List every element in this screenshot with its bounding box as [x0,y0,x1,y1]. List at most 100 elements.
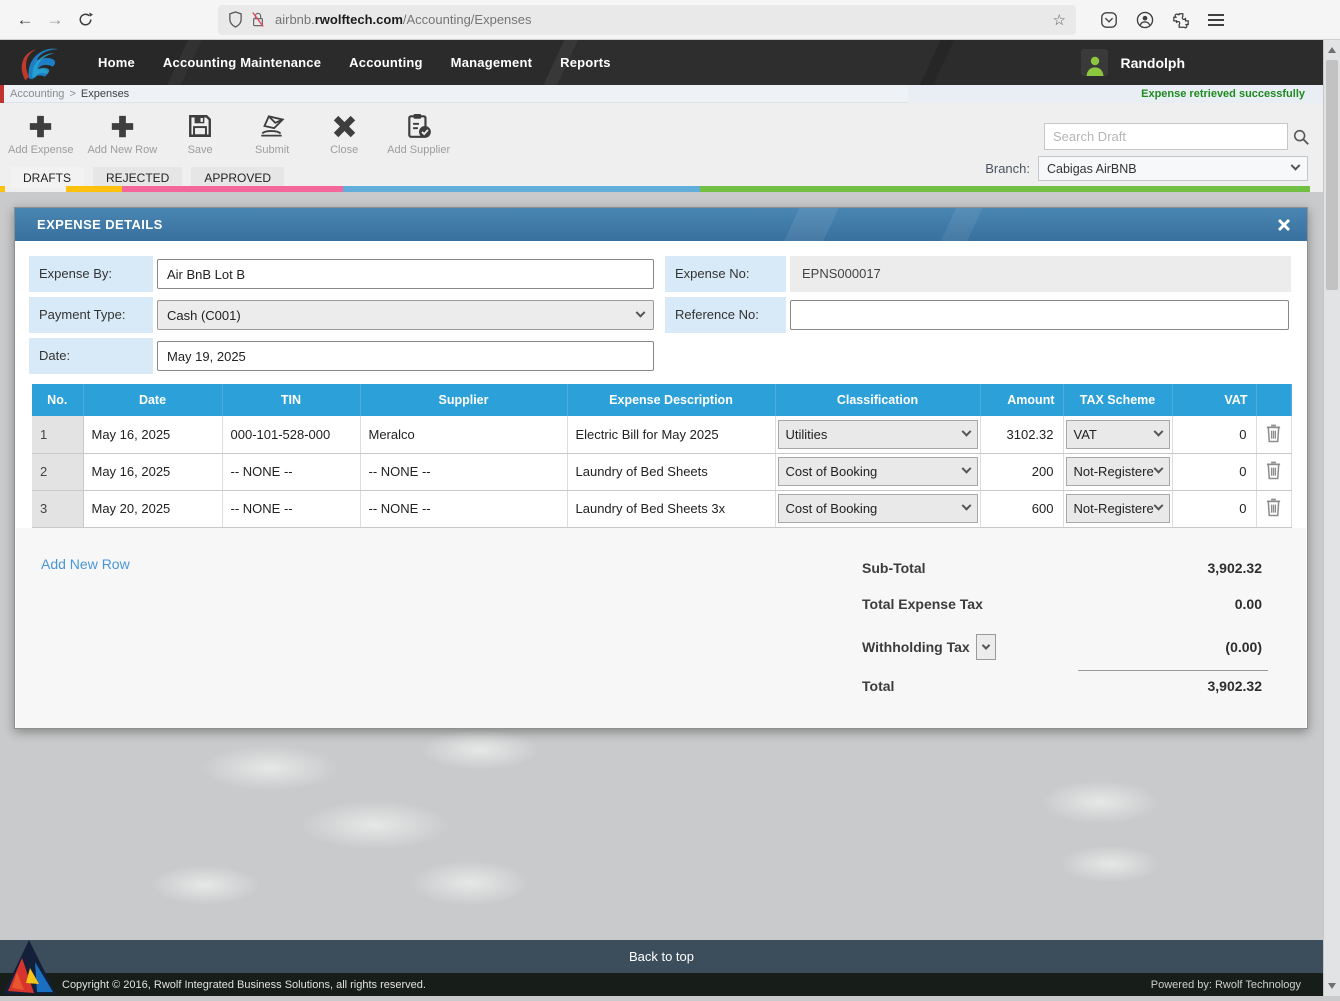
plus-icon [27,110,54,142]
classification-select[interactable]: Cost of Booking [778,494,978,523]
copyright-text: Copyright © 2016, Rwolf Integrated Busin… [62,979,426,991]
table-row: 3 May 20, 2025 -- NONE -- -- NONE -- Lau… [32,490,1291,527]
row-amount[interactable]: 3102.32 [980,416,1063,453]
footer-bar: Copyright © 2016, Rwolf Integrated Busin… [0,973,1323,996]
app-navbar: Home Accounting Maintenance Accounting M… [0,40,1323,85]
tab-color-strip [0,186,1323,192]
tab-rejected[interactable]: REJECTED [93,167,182,188]
row-supplier[interactable]: -- NONE -- [360,453,567,490]
user-avatar [1081,49,1108,76]
row-date[interactable]: May 16, 2025 [83,453,222,490]
total-label: Total [862,678,894,694]
menu-hamburger-icon[interactable] [1208,14,1224,26]
scrollbar[interactable] [1323,40,1340,996]
classification-select[interactable]: Cost of Booking [778,457,978,486]
browser-forward-button[interactable]: → [40,6,70,34]
pocket-icon[interactable] [1100,11,1118,29]
tax-scheme-select[interactable]: Not-Registere [1066,494,1170,523]
clipboard-check-icon [405,110,433,142]
close-button[interactable]: Close [315,110,373,156]
nav-item-accounting-maintenance[interactable]: Accounting Maintenance [149,40,335,85]
save-button[interactable]: Save [171,110,229,156]
tab-approved[interactable]: APPROVED [191,167,284,188]
expense-by-input[interactable] [157,259,654,289]
row-tin[interactable]: -- NONE -- [222,453,360,490]
expense-tax-line: Total Expense Tax 0.00 [862,596,1262,612]
app-logo[interactable] [0,40,84,85]
save-label: Save [188,144,213,156]
expense-no-label: Expense No: [665,256,786,292]
row-description[interactable]: Laundry of Bed Sheets [567,453,775,490]
row-tin[interactable]: -- NONE -- [222,490,360,527]
row-tin[interactable]: 000-101-528-000 [222,416,360,453]
delete-row-button[interactable] [1265,423,1282,443]
row-supplier[interactable]: -- NONE -- [360,490,567,527]
add-expense-button[interactable]: Add Expense [8,110,73,156]
breadcrumb-page: Expenses [81,88,129,100]
row-date[interactable]: May 20, 2025 [83,490,222,527]
breadcrumb-accent [0,85,4,103]
add-supplier-button[interactable]: Add Supplier [387,110,450,156]
withholding-tax-select[interactable] [976,634,996,660]
add-new-row-button[interactable]: Add New Row [87,110,157,156]
date-input[interactable] [157,341,654,371]
col-date: Date [83,384,222,416]
scroll-thumb[interactable] [1326,60,1338,290]
tax-scheme-select[interactable]: Not-Registere [1066,457,1170,486]
row-description[interactable]: Laundry of Bed Sheets 3x [567,490,775,527]
browser-back-button[interactable]: ← [10,6,40,34]
close-icon [1277,218,1291,232]
floppy-save-icon [187,110,213,142]
branch-value: Cabigas AirBNB [1047,162,1137,176]
user-menu[interactable]: Randolph [1081,49,1185,76]
classification-value: Cost of Booking [786,464,878,479]
col-classification: Classification [775,384,980,416]
submit-label: Submit [255,144,289,156]
add-new-row-link[interactable]: Add New Row [41,556,130,572]
breadcrumb-section[interactable]: Accounting [10,88,64,100]
browser-reload-button[interactable] [70,6,100,34]
scroll-down-arrow[interactable] [1328,983,1336,989]
row-amount[interactable]: 600 [980,490,1063,527]
row-vat[interactable]: 0 [1172,416,1256,453]
scroll-up-arrow[interactable] [1328,47,1336,53]
rwolf-compass-icon [2,938,58,996]
url-text: airbnb.rwolftech.com/Accounting/Expenses [275,12,1053,27]
row-description[interactable]: Electric Bill for May 2025 [567,416,775,453]
extensions-puzzle-icon[interactable] [1172,11,1190,29]
nav-item-accounting[interactable]: Accounting [335,40,437,85]
chevron-down-icon [1291,161,1301,171]
reference-no-input[interactable] [790,300,1289,330]
url-bar[interactable]: airbnb.rwolftech.com/Accounting/Expenses… [218,5,1076,35]
row-vat[interactable]: 0 [1172,453,1256,490]
payment-type-value: Cash (C001) [167,308,241,323]
nav-item-home[interactable]: Home [84,40,149,85]
col-actions [1256,384,1291,416]
breadcrumb-separator: > [69,88,75,100]
modal-title: EXPENSE DETAILS [15,217,163,232]
date-label: Date: [29,338,153,374]
row-date[interactable]: May 16, 2025 [83,416,222,453]
subtotal-label: Sub-Total [862,560,926,576]
row-vat[interactable]: 0 [1172,490,1256,527]
nav-item-management[interactable]: Management [437,40,546,85]
nav-item-reports[interactable]: Reports [546,40,625,85]
tab-drafts[interactable]: DRAFTS [10,167,84,188]
row-amount[interactable]: 200 [980,453,1063,490]
payment-type-select[interactable]: Cash (C001) [157,300,654,330]
submit-button[interactable]: Submit [243,110,301,156]
branch-select[interactable]: Cabigas AirBNB [1038,156,1308,181]
modal-close-button[interactable] [1277,218,1291,232]
breadcrumb-bar: Accounting > Expenses Expense retrieved … [0,85,1323,103]
bookmark-star-icon[interactable]: ☆ [1053,11,1066,29]
account-icon[interactable] [1136,11,1154,29]
classification-select[interactable]: Utilities [778,420,978,449]
delete-row-button[interactable] [1265,460,1282,480]
back-to-top-link[interactable]: Back to top [629,949,694,964]
search-button[interactable] [1288,123,1314,150]
tax-scheme-select[interactable]: VAT [1066,420,1170,449]
back-to-top-bar: Back to top [0,940,1323,973]
search-draft-input[interactable] [1044,123,1288,150]
row-supplier[interactable]: Meralco [360,416,567,453]
delete-row-button[interactable] [1265,497,1282,517]
